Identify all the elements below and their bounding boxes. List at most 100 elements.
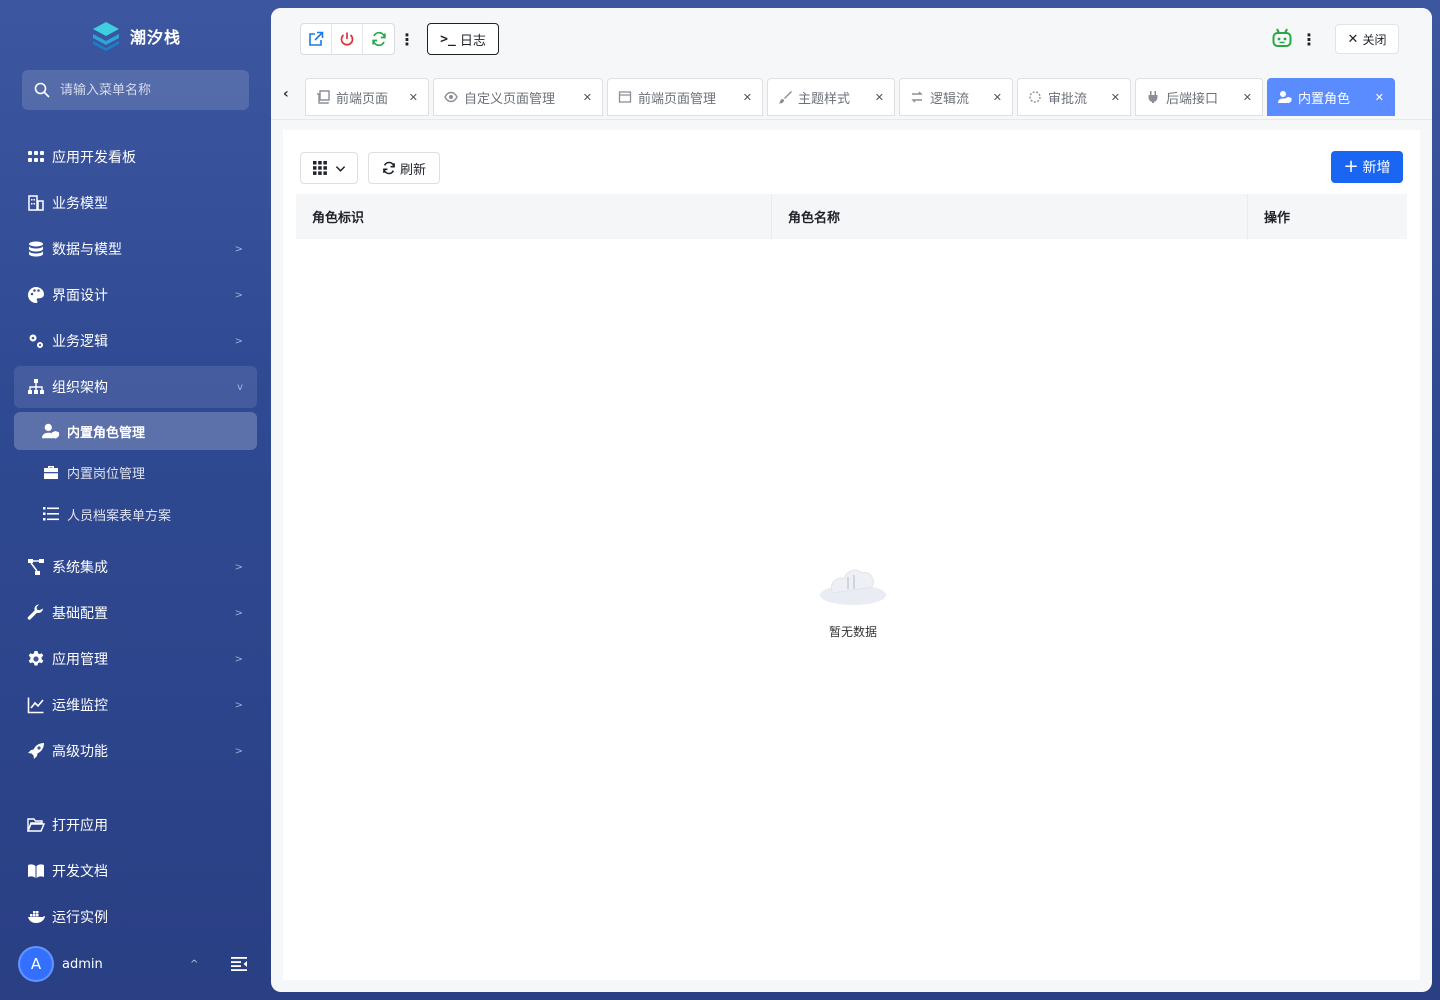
sync-icon [371, 31, 386, 47]
menu-item-open-app[interactable]: 打开应用 [14, 804, 257, 846]
column-header-role-name[interactable]: 角色名称 [772, 194, 1248, 239]
tab-close-icon[interactable]: ✕ [1243, 91, 1252, 104]
list-icon [40, 504, 62, 524]
tab-close-icon[interactable]: ✕ [993, 91, 1002, 104]
avatar[interactable]: A [18, 946, 54, 982]
tab-approval-flow[interactable]: 审批流 ✕ [1017, 78, 1131, 116]
menu-item-system-integration[interactable]: 系统集成 > [14, 546, 257, 588]
terminal-icon: >_ [440, 31, 456, 47]
external-link-icon [309, 31, 324, 46]
tab-logic-flow[interactable]: 逻辑流 ✕ [899, 78, 1013, 116]
content-area: 刷新 + 新增 角色标识 角色名称 操作 暂无数据 [283, 130, 1420, 980]
chevron-right-icon: > [234, 561, 243, 573]
menu-item-label: 系统集成 [52, 560, 108, 576]
menu-item-label: 业务逻辑 [52, 334, 108, 350]
chevron-right-icon: > [234, 653, 243, 665]
chevron-right-icon: > [234, 607, 243, 619]
tab-close-icon[interactable]: ✕ [1111, 91, 1120, 104]
close-button[interactable]: ✕ 关闭 [1335, 24, 1399, 54]
tab-frontend-pages[interactable]: 前端页面 ✕ [305, 78, 429, 116]
building-icon [26, 193, 46, 213]
power-icon [340, 32, 354, 46]
tab-label: 前端页面 [336, 91, 389, 107]
menu-item-app-management[interactable]: 应用管理 > [14, 638, 257, 680]
search-input[interactable] [60, 82, 240, 98]
menu-item-advanced[interactable]: 高级功能 > [14, 730, 257, 772]
rocket-icon [26, 741, 46, 761]
tab-theme-style[interactable]: 主题样式 ✕ [767, 78, 895, 116]
menu-item-running-instances[interactable]: 运行实例 [14, 896, 257, 938]
tab-backend-api[interactable]: 后端接口 ✕ [1135, 78, 1263, 116]
menu-item-business-model[interactable]: 业务模型 [14, 182, 257, 224]
refresh-button[interactable]: 刷新 [368, 152, 440, 184]
gears-icon [26, 331, 46, 351]
menu-item-ops-monitoring[interactable]: 运维监控 > [14, 684, 257, 726]
add-button-label: 新增 [1362, 160, 1391, 176]
menu-item-business-logic[interactable]: 业务逻辑 > [14, 320, 257, 362]
grid-icon [26, 147, 46, 167]
close-button-label: 关闭 [1362, 32, 1387, 47]
tab-close-icon[interactable]: ✕ [875, 91, 884, 104]
tab-close-icon[interactable]: ✕ [743, 91, 752, 104]
tab-label: 后端接口 [1166, 91, 1219, 107]
submenu-item-builtin-roles[interactable]: 内置角色管理 [14, 412, 257, 450]
chevron-up-icon[interactable]: ^ [190, 959, 198, 970]
user-shield-icon [1278, 91, 1292, 104]
menu-item-label: 界面设计 [52, 288, 108, 304]
network-icon [26, 557, 46, 577]
chevron-down-icon [335, 165, 345, 172]
tab-label: 内置角色 [1298, 91, 1351, 107]
chevron-right-icon: > [234, 745, 243, 757]
menu-item-dev-docs[interactable]: 开发文档 [14, 850, 257, 892]
tab-frontend-page-management[interactable]: 前端页面管理 ✕ [607, 78, 763, 116]
robot-icon[interactable] [1271, 27, 1293, 49]
menu-item-organization[interactable]: 组织架构 v [14, 366, 257, 408]
column-header-actions: 操作 [1264, 211, 1291, 226]
menu-item-ui-design[interactable]: 界面设计 > [14, 274, 257, 316]
submenu-item-personnel-form[interactable]: 人员档案表单方案 [14, 495, 257, 533]
menu-item-label: 应用开发看板 [52, 150, 136, 166]
open-external-button[interactable] [301, 24, 332, 54]
more-options-icon[interactable]: ⋮ [399, 30, 415, 49]
scroll-left-icon[interactable]: ‹ [283, 86, 289, 102]
more-options-icon[interactable]: ⋮ [1301, 30, 1317, 49]
log-button[interactable]: >_ 日志 [427, 23, 499, 55]
chevron-right-icon: > [234, 289, 243, 301]
briefcase-icon [40, 462, 62, 482]
tab-close-icon[interactable]: ✕ [583, 91, 592, 104]
tab-builtin-roles[interactable]: 内置角色 ✕ [1267, 78, 1395, 116]
top-toolbar: ⋮ >_ 日志 ⋮ ✕ 关闭 [271, 8, 1432, 70]
menu-item-data-model[interactable]: 数据与模型 > [14, 228, 257, 270]
plug-icon [1148, 91, 1158, 103]
sync-icon [383, 161, 395, 175]
user-shield-icon [40, 421, 62, 441]
reload-button[interactable] [363, 24, 394, 54]
submenu-item-builtin-positions[interactable]: 内置岗位管理 [14, 453, 257, 491]
power-button[interactable] [332, 24, 363, 54]
tab-close-icon[interactable]: ✕ [409, 91, 418, 104]
empty-state: 暂无数据 [803, 555, 903, 640]
log-button-label: 日志 [459, 33, 486, 49]
user-profile[interactable]: A admin ^ [18, 946, 258, 982]
add-button[interactable]: + 新增 [1331, 151, 1403, 183]
view-toggle-button[interactable] [300, 152, 358, 184]
spinner-icon [1029, 91, 1041, 103]
menu-item-base-config[interactable]: 基础配置 > [14, 592, 257, 634]
eye-icon [444, 91, 458, 103]
menu-item-label: 高级功能 [52, 744, 108, 760]
toolbar-button-group [300, 23, 395, 55]
collapse-sidebar-icon[interactable] [230, 955, 248, 973]
search-icon [34, 82, 50, 98]
menu-search[interactable] [22, 70, 249, 110]
tab-custom-page-management[interactable]: 自定义页面管理 ✕ [433, 78, 603, 116]
tab-close-icon[interactable]: ✕ [1375, 91, 1384, 104]
menu-item-label: 开发文档 [52, 864, 108, 880]
menu-item-dashboard[interactable]: 应用开发看板 [14, 136, 257, 178]
brush-icon [779, 91, 792, 104]
brand[interactable]: 潮汐栈 [0, 18, 271, 54]
submenu-item-label: 内置角色管理 [67, 425, 146, 441]
wrench-icon [26, 603, 46, 623]
book-icon [26, 861, 46, 881]
submenu-item-label: 人员档案表单方案 [67, 508, 172, 524]
column-header-role-id[interactable]: 角色标识 [296, 194, 772, 239]
